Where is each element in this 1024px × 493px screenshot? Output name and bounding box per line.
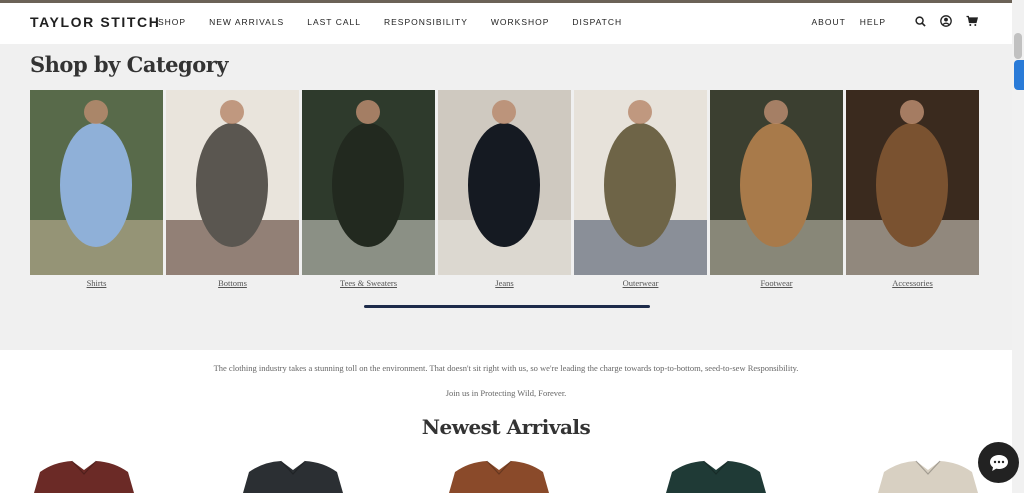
responsibility-link[interactable]: Join us in Protecting Wild, Forever. [0,388,1012,398]
nav-help[interactable]: HELP [860,17,886,27]
category-image[interactable] [30,90,163,275]
category-card[interactable]: Footwear [710,90,843,288]
side-feedback-tab[interactable] [1014,60,1024,90]
product-card[interactable] [34,458,134,493]
section-title: Shop by Category [30,52,228,77]
site-header: TAYLOR STITCH SHOP NEW ARRIVALS LAST CAL… [0,3,1012,44]
carousel-scroll-indicator[interactable] [364,305,650,308]
chat-button[interactable] [978,442,1019,483]
category-label[interactable]: Jeans [495,278,513,288]
search-icon[interactable] [914,15,926,27]
product-card[interactable] [449,458,549,493]
category-card[interactable]: Accessories [846,90,979,288]
nav-new-arrivals[interactable]: NEW ARRIVALS [209,17,284,27]
category-label[interactable]: Footwear [760,278,792,288]
nav-about[interactable]: ABOUT [812,17,846,27]
category-carousel: Shirts Bottoms Tees & Sweaters Jeans Outerwe… [30,90,979,288]
category-label[interactable]: Shirts [87,278,107,288]
category-label[interactable]: Bottoms [218,278,247,288]
cart-icon[interactable] [966,15,978,27]
category-image[interactable] [710,90,843,275]
category-image[interactable] [574,90,707,275]
newest-arrivals-title: Newest Arrivals [421,415,591,439]
shop-by-category: Shop by Category Shirts Bottoms Tees & Swe… [0,44,1012,350]
responsibility-text: The clothing industry takes a stunning t… [213,363,799,373]
nav-shop[interactable]: SHOP [158,17,186,27]
nav-dispatch[interactable]: DISPATCH [572,17,622,27]
product-card[interactable] [243,458,343,493]
category-label[interactable]: Accessories [892,278,933,288]
category-image[interactable] [846,90,979,275]
product-card[interactable] [666,458,766,493]
category-label[interactable]: Tees & Sweaters [340,278,397,288]
main-nav: SHOP NEW ARRIVALS LAST CALL RESPONSIBILI… [158,17,645,27]
nav-responsibility[interactable]: RESPONSIBILITY [384,17,468,27]
account-icon[interactable] [940,15,952,27]
category-image[interactable] [166,90,299,275]
nav-workshop[interactable]: WORKSHOP [491,17,550,27]
utility-nav: ABOUT HELP [812,15,978,27]
category-card[interactable]: Tees & Sweaters [302,90,435,288]
brand-logo[interactable]: TAYLOR STITCH [30,14,160,30]
category-image[interactable] [438,90,571,275]
scrollbar-thumb[interactable] [1014,33,1022,59]
nav-last-call[interactable]: LAST CALL [307,17,361,27]
category-card[interactable]: Shirts [30,90,163,288]
newest-arrivals-row [0,458,1012,493]
category-card[interactable]: Outerwear [574,90,707,288]
category-card[interactable]: Jeans [438,90,571,288]
category-card[interactable]: Bottoms [166,90,299,288]
product-card[interactable] [878,458,978,493]
category-label[interactable]: Outerwear [623,278,659,288]
category-image[interactable] [302,90,435,275]
chat-bubble-icon [989,454,1008,471]
